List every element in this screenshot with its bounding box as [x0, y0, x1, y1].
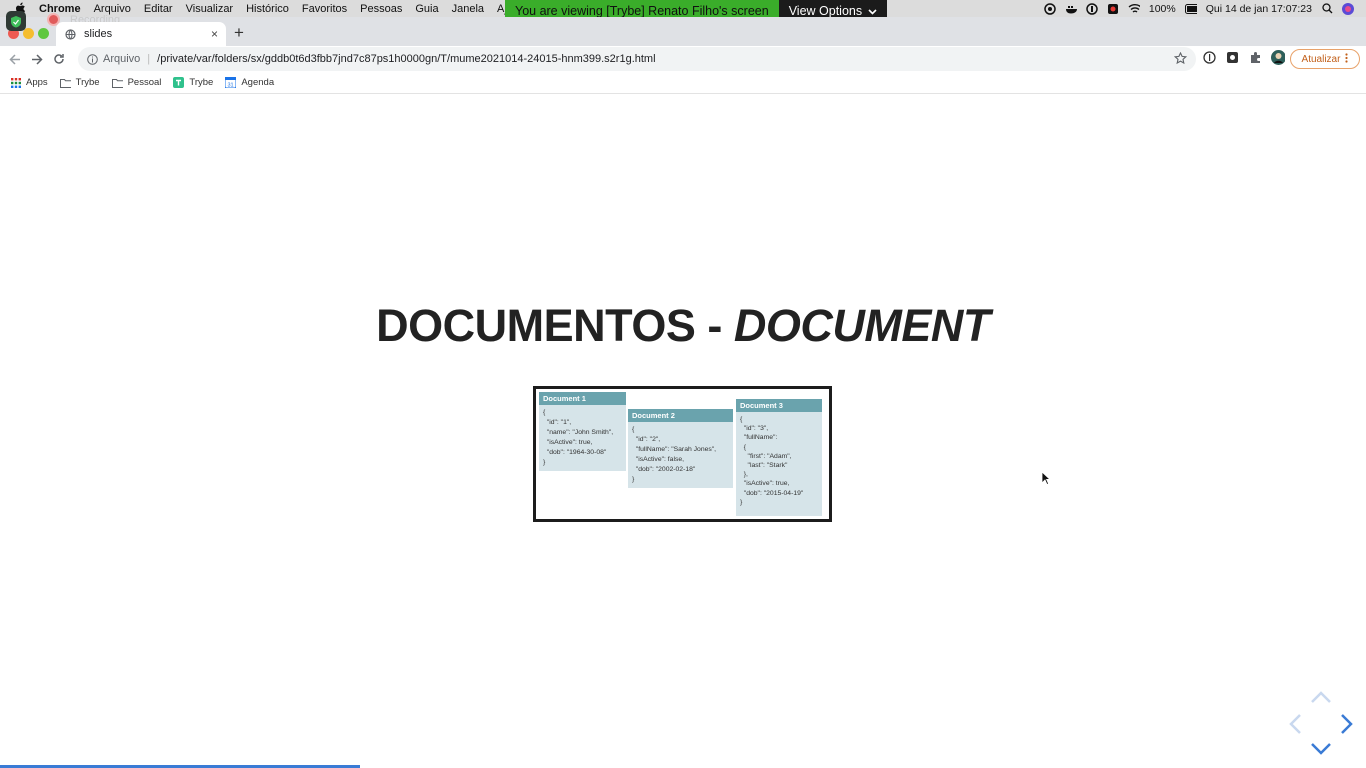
mouse-cursor-icon	[1041, 471, 1052, 491]
url-separator: |	[147, 53, 151, 65]
update-chrome-button[interactable]: Atualizar	[1290, 49, 1360, 69]
slide-title-main: DOCUMENTOS -	[376, 300, 734, 351]
document-card-2: Document 2 { "id": "2", "fullName": "Sar…	[628, 409, 733, 488]
new-tab-button[interactable]: +	[234, 24, 244, 42]
document-header: Document 3	[736, 399, 822, 412]
bookmark-label: Agenda	[241, 77, 275, 88]
spotlight-search-icon[interactable]	[1321, 3, 1333, 15]
extensions-area	[1202, 49, 1285, 65]
wifi-icon[interactable]	[1128, 3, 1140, 15]
info-icon[interactable]	[86, 53, 98, 65]
menu-favoritos[interactable]: Favoritos	[302, 3, 347, 15]
screen-capture-extension-icon[interactable]	[1225, 50, 1239, 64]
url-text[interactable]: /private/var/folders/sx/gddb0t6d3fbb7jnd…	[157, 53, 655, 65]
menu-editar[interactable]: Editar	[144, 3, 173, 15]
slide-title-italic: DOCUMENT	[733, 300, 990, 351]
bookmark-label: Apps	[26, 77, 48, 88]
record-app-icon[interactable]	[1107, 3, 1119, 15]
tab-slides[interactable]: slides ×	[56, 22, 226, 46]
bookmark-folder-trybe[interactable]: Trybe	[59, 77, 100, 88]
battery-percent: 100%	[1148, 2, 1176, 15]
vpn-icon[interactable]	[1086, 2, 1098, 15]
bookmark-agenda[interactable]: 31 Agenda	[225, 77, 274, 88]
folder-icon	[111, 77, 123, 88]
apps-grid-icon	[10, 77, 21, 88]
menu-janela[interactable]: Janela	[452, 3, 484, 15]
status-area: 100% Qui 14 de jan 17:07:23	[1044, 0, 1354, 17]
document-card-3: Document 3 { "id": "3", "fullName": { "f…	[736, 399, 822, 516]
battery-icon[interactable]	[1184, 3, 1197, 15]
puzzle-icon[interactable]	[1248, 50, 1262, 64]
menu-app-chrome[interactable]: Chrome	[39, 3, 81, 15]
folder-icon	[59, 77, 71, 88]
document-body: { "id": "1", "name": "John Smith", "isAc…	[539, 405, 626, 471]
back-button[interactable]	[4, 48, 26, 70]
sync-icon[interactable]	[1044, 2, 1056, 15]
window-zoom-button[interactable]	[38, 28, 49, 39]
trybe-icon	[173, 77, 185, 88]
siri-icon[interactable]	[1342, 2, 1354, 15]
documents-figure: Document 1 { "id": "1", "name": "John Sm…	[533, 386, 832, 522]
shield-icon[interactable]	[6, 11, 26, 31]
tab-strip: Recording slides × +	[0, 11, 1366, 46]
docker-icon[interactable]	[1065, 3, 1077, 15]
bookmark-label: Trybe	[75, 77, 100, 88]
nav-right-arrow-icon[interactable]	[1340, 713, 1354, 740]
browser-toolbar: Arquivo | /private/var/folders/sx/gddb0t…	[0, 46, 1366, 72]
forward-button[interactable]	[26, 48, 48, 70]
menu-historico[interactable]: Histórico	[246, 3, 289, 15]
globe-icon	[64, 28, 76, 40]
window-minimize-button[interactable]	[23, 28, 34, 39]
nav-left-arrow-icon[interactable]	[1288, 713, 1302, 740]
slide-navigation-controls	[1286, 690, 1356, 760]
menu-arquivo[interactable]: Arquivo	[94, 3, 131, 15]
bookmarks-bar: Apps Trybe Pessoal Trybe 31 Agenda	[0, 72, 1366, 94]
profile-avatar[interactable]	[1271, 49, 1285, 65]
calendar-icon: 31	[225, 77, 237, 89]
reload-button[interactable]	[48, 48, 70, 70]
menu-visualizar[interactable]: Visualizar	[186, 3, 234, 15]
document-card-1: Document 1 { "id": "1", "name": "John Sm…	[539, 392, 626, 471]
bookmark-label: Trybe	[189, 77, 214, 88]
document-body: { "id": "3", "fullName": { "first": "Ada…	[736, 412, 822, 516]
document-header: Document 1	[539, 392, 626, 405]
bookmark-apps[interactable]: Apps	[10, 77, 48, 88]
tab-title: slides	[84, 28, 113, 40]
clock[interactable]: Qui 14 de jan 17:07:23	[1206, 3, 1312, 15]
nav-down-arrow-icon[interactable]	[1310, 742, 1332, 761]
update-label: Atualizar	[1301, 53, 1341, 65]
bookmark-star-icon[interactable]	[1173, 51, 1188, 66]
nav-up-arrow-icon[interactable]	[1310, 690, 1332, 709]
chevron-down-icon	[868, 4, 877, 18]
more-menu-icon	[1345, 52, 1349, 66]
bookmark-trybe-site[interactable]: Trybe	[173, 77, 213, 88]
menu-pessoas[interactable]: Pessoas	[360, 3, 402, 15]
bookmark-label: Pessoal	[127, 77, 162, 88]
slide-title: DOCUMENTOS - DOCUMENT	[0, 300, 1366, 352]
menu-guia[interactable]: Guia	[415, 3, 438, 15]
scheme-label: Arquivo	[103, 53, 141, 65]
view-options-label: View Options	[788, 4, 863, 18]
address-bar[interactable]: Arquivo | /private/var/folders/sx/gddb0t…	[78, 47, 1196, 71]
password-extension-icon[interactable]	[1202, 50, 1216, 64]
document-header: Document 2	[628, 409, 733, 422]
tab-close-icon[interactable]: ×	[211, 27, 218, 41]
svg-text:31: 31	[228, 83, 234, 89]
bookmark-folder-pessoal[interactable]: Pessoal	[111, 77, 162, 88]
document-body: { "id": "2", "fullName": "Sarah Jones", …	[628, 422, 733, 488]
